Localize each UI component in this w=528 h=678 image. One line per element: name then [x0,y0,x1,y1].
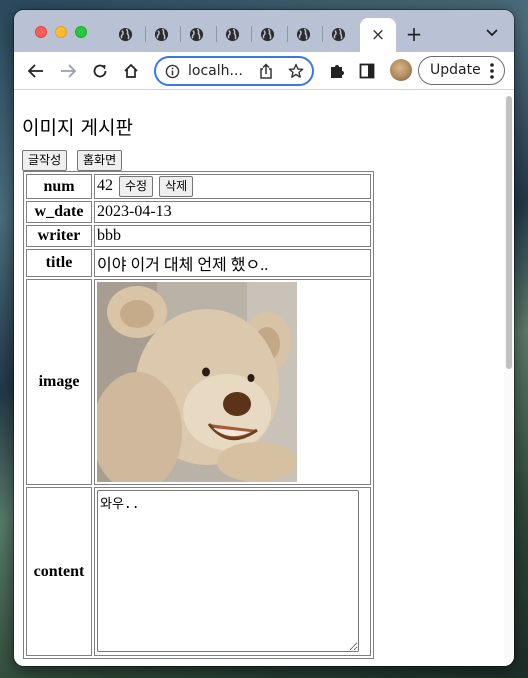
image-label: image [26,279,92,485]
table-row-w-date: w_date 2023-04-13 [26,201,371,223]
more-vertical-icon [490,63,494,79]
close-window-button[interactable] [35,26,47,38]
browser-tab-4[interactable] [214,20,250,48]
globe-icon [260,27,274,41]
arrow-left-icon [28,64,43,78]
num-label: num [26,174,92,199]
bookmark-star-icon[interactable] [288,63,304,79]
globe-icon [296,27,310,41]
edit-button[interactable]: 수정 [119,176,154,197]
browser-tab-7[interactable] [320,20,356,48]
table-row-writer: writer bbb [26,225,371,247]
browser-tab-5[interactable] [249,20,285,48]
reload-button[interactable] [88,59,112,83]
browser-window: × + localh... Update 이미지 게시판 글작성 홈화면 num… [14,10,514,666]
close-icon: × [370,25,386,45]
globe-icon [331,27,345,41]
delete-button[interactable]: 삭제 [159,176,194,197]
globe-icon [225,27,239,41]
side-panel-button[interactable] [355,59,379,83]
w-date-label: w_date [26,201,92,223]
writer-value: bbb [94,225,371,247]
home-button[interactable] [119,59,143,83]
browser-tab-6[interactable] [285,20,321,48]
table-row-content: content 와우.. [26,487,371,656]
title-value: 이야 이거 대체 언제 했ㅇ.. [94,249,371,277]
content-label: content [26,487,92,656]
chevron-down-icon [486,29,498,37]
side-panel-icon [359,63,375,79]
extensions-button[interactable] [325,59,349,83]
write-post-button[interactable]: 글작성 [22,150,68,171]
post-detail-table: num 42 수정 삭제 w_date 2023-04-13 writer bb… [23,171,374,659]
writer-label: writer [26,225,92,247]
active-tab-close-button[interactable]: × [360,18,396,52]
reload-icon [93,64,107,78]
profile-avatar[interactable] [390,59,412,81]
table-row-title: title 이야 이거 대체 언제 했ㅇ.. [26,249,371,277]
tab-search-button[interactable] [482,23,502,43]
teddy-bear-image [97,282,297,482]
image-cell [94,279,371,485]
num-cell: 42 수정 삭제 [94,174,371,199]
browser-toolbar: localh... Update [14,52,514,90]
page-title: 이미지 게시판 [22,117,133,139]
info-icon[interactable] [165,64,180,79]
share-icon[interactable] [258,63,274,80]
table-row-image: image [26,279,371,485]
table-row-num: num 42 수정 삭제 [26,174,371,199]
url-text[interactable]: localh... [188,63,243,79]
home-icon [124,63,138,78]
back-button[interactable] [24,59,48,83]
browser-tab-2[interactable] [143,20,179,48]
forward-button[interactable] [56,59,80,83]
address-bar[interactable]: localh... [154,56,314,86]
home-page-button[interactable]: 홈화면 [77,150,123,171]
globe-icon [154,27,168,41]
w-date-value: 2023-04-13 [94,201,371,223]
content-textarea[interactable]: 와우.. [97,490,359,652]
maximize-window-button[interactable] [75,26,87,38]
browser-tab-1[interactable] [107,20,143,48]
plus-icon: + [405,22,423,46]
browser-tab-3[interactable] [178,20,214,48]
page-content: 이미지 게시판 글작성 홈화면 num 42 수정 삭제 w_date 2023… [14,91,514,666]
update-label: Update [430,62,481,78]
scrollbar-track[interactable] [504,91,514,666]
scrollbar-thumb[interactable] [506,96,512,369]
num-value: 42 [97,177,113,195]
content-cell: 와우.. [94,487,371,656]
puzzle-icon [331,65,344,78]
tab-strip: × + [14,10,514,52]
globe-icon [189,27,203,41]
title-label: title [26,249,92,277]
minimize-window-button[interactable] [55,26,67,38]
update-button[interactable]: Update [418,56,505,85]
arrow-right-icon [61,64,76,78]
new-tab-button[interactable]: + [402,22,426,46]
globe-icon [118,27,132,41]
